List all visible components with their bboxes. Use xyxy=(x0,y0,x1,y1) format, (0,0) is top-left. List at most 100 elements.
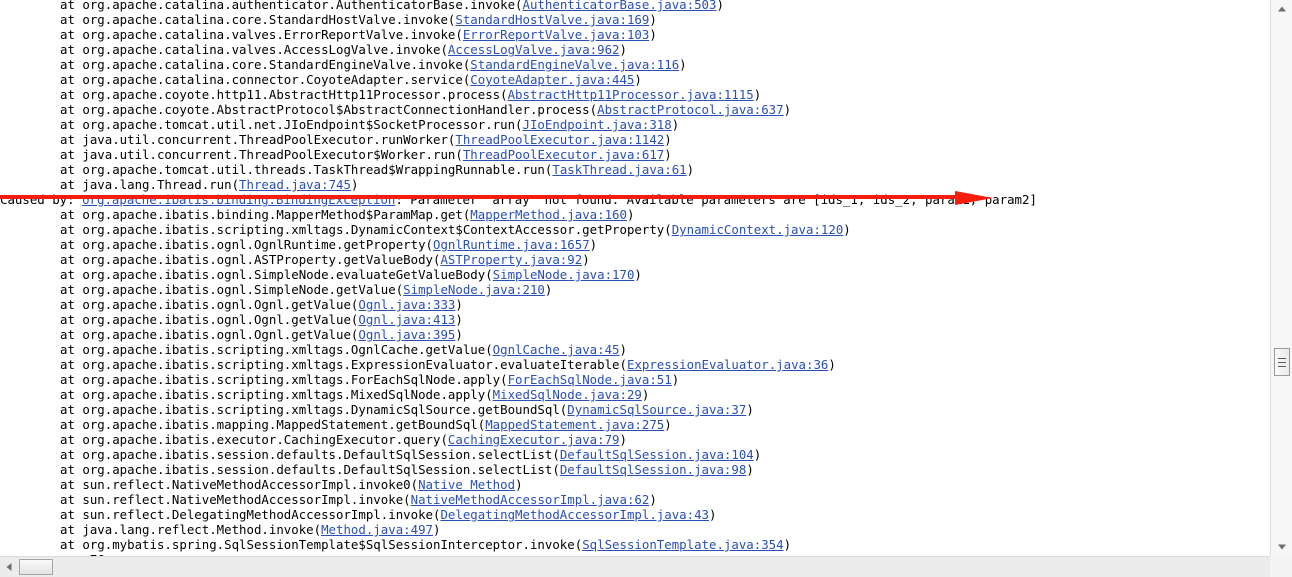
source-file-link[interactable]: DefaultSqlSession.java:98 xyxy=(560,462,747,477)
frame-text: at java.util.concurrent.ThreadPoolExecut… xyxy=(60,132,456,147)
source-file-link[interactable]: SimpleNode.java:210 xyxy=(403,282,545,297)
frame-tail-text: ) xyxy=(634,72,642,87)
frame-tail-text: ) xyxy=(753,87,762,102)
source-file-link[interactable]: TaskThread.java:61 xyxy=(552,162,686,177)
frame-text: at org.apache.ibatis.scripting.xmltags.M… xyxy=(60,387,493,402)
source-file-link[interactable]: MixedSqlNode.java:29 xyxy=(493,387,642,402)
stack-trace-line: at org.apache.ibatis.scripting.xmltags.F… xyxy=(0,372,1270,387)
frame-text: at org.apache.tomcat.util.net.JIoEndpoin… xyxy=(60,117,523,132)
source-file-link[interactable]: Method.java:497 xyxy=(321,522,433,537)
source-file-link[interactable]: SqlSessionTemplate.java:354 xyxy=(582,537,783,552)
frame-text: at org.apache.catalina.valves.AccessLogV… xyxy=(60,42,448,57)
stack-trace-line: at org.apache.ibatis.executor.CachingExe… xyxy=(0,432,1270,447)
source-file-link[interactable]: ThreadPoolExecutor.java:617 xyxy=(463,147,664,162)
source-file-link[interactable]: NativeMethodAccessorImpl.java:62 xyxy=(411,492,650,507)
source-file-link[interactable]: CachingExecutor.java:79 xyxy=(448,432,620,447)
stack-trace-line: at sun.reflect.NativeMethodAccessorImpl.… xyxy=(0,477,1270,492)
source-file-link[interactable]: MapperMethod.java:160 xyxy=(470,207,627,222)
frame-tail-text: ) xyxy=(783,537,792,552)
source-file-link[interactable]: MappedStatement.java:275 xyxy=(485,417,664,432)
stack-trace-line-list: at org.apache.catalina.authenticator.Aut… xyxy=(0,0,1270,556)
source-file-link[interactable]: AccessLogValve.java:962 xyxy=(448,42,620,57)
frame-text: at java.util.concurrent.ThreadPoolExecut… xyxy=(60,147,463,162)
stack-trace-line: at java.util.concurrent.ThreadPoolExecut… xyxy=(0,147,1270,162)
frame-text: at org.apache.catalina.connector.CoyoteA… xyxy=(60,72,471,87)
source-file-link[interactable]: ASTProperty.java:92 xyxy=(440,252,582,267)
source-file-link[interactable]: DynamicContext.java:120 xyxy=(672,222,844,237)
source-file-link[interactable]: SimpleNode.java:170 xyxy=(493,267,635,282)
frame-tail-text: ) xyxy=(649,12,657,27)
stack-trace-text-pane[interactable]: at org.apache.catalina.authenticator.Aut… xyxy=(0,0,1270,556)
source-file-link[interactable]: CoyoteAdapter.java:445 xyxy=(470,72,634,87)
frame-text: at org.apache.ibatis.ognl.ASTProperty.ge… xyxy=(60,252,441,267)
frame-tail-text: ) xyxy=(753,447,762,462)
source-file-link[interactable]: AbstractProtocol.java:637 xyxy=(597,102,784,117)
frame-text: at org.apache.ibatis.ognl.SimpleNode.get… xyxy=(60,282,404,297)
frame-tail-text: ) xyxy=(783,102,792,117)
frame-tail-text: ) xyxy=(350,177,359,192)
stack-trace-line: at org.apache.catalina.connector.CoyoteA… xyxy=(0,72,1270,87)
scroll-left-arrow-icon[interactable] xyxy=(0,557,18,577)
frame-text: at org.apache.ibatis.ognl.Ognl.getValue( xyxy=(60,327,359,342)
frame-tail-text: ) xyxy=(716,0,724,12)
frame-text: at org.apache.ibatis.scripting.xmltags.O… xyxy=(60,342,493,357)
source-file-link[interactable]: StandardHostValve.java:169 xyxy=(455,12,649,27)
frame-tail-text: ) xyxy=(455,297,463,312)
horizontal-scrollbar[interactable] xyxy=(0,556,1292,577)
source-file-link[interactable]: Native Method xyxy=(418,477,515,492)
frame-text: at org.apache.ibatis.scripting.xmltags.D… xyxy=(60,222,672,237)
frame-tail-text: ) xyxy=(626,207,635,222)
frame-text: at org.apache.coyote.AbstractProtocol$Ab… xyxy=(60,102,598,117)
scroll-down-arrow-icon[interactable] xyxy=(1271,538,1292,556)
source-file-link[interactable]: ExpressionEvaluator.java:36 xyxy=(627,357,828,372)
source-file-link[interactable]: StandardEngineValve.java:116 xyxy=(470,57,679,72)
source-file-link[interactable]: OgnlRuntime.java:1657 xyxy=(433,237,590,252)
source-file-link[interactable]: DynamicSqlSource.java:37 xyxy=(567,402,746,417)
frame-tail-text: ) xyxy=(455,327,463,342)
stack-trace-line: at sun.reflect.NativeMethodAccessorImpl.… xyxy=(0,492,1270,507)
source-file-link[interactable]: DefaultSqlSession.java:104 xyxy=(560,447,754,462)
frame-text: at org.apache.catalina.valves.ErrorRepor… xyxy=(60,27,463,42)
vertical-scrollbar-thumb[interactable] xyxy=(1274,348,1290,376)
frame-tail-text: ) xyxy=(641,387,650,402)
source-file-link[interactable]: AuthenticatorBase.java:503 xyxy=(523,0,717,12)
stack-trace-line: at org.apache.ibatis.scripting.xmltags.M… xyxy=(0,387,1270,402)
triangle-up-icon xyxy=(1277,6,1286,12)
frame-text: at org.apache.ibatis.scripting.xmltags.E… xyxy=(60,357,627,372)
scroll-up-arrow-icon[interactable] xyxy=(1271,0,1292,18)
source-file-link[interactable]: Ognl.java:395 xyxy=(358,327,455,342)
stack-trace-line: at org.apache.catalina.valves.ErrorRepor… xyxy=(0,27,1270,42)
source-file-link[interactable]: OgnlCache.java:45 xyxy=(493,342,620,357)
stack-trace-line: at org.apache.coyote.http11.AbstractHttp… xyxy=(0,87,1270,102)
source-file-link[interactable]: DelegatingMethodAccessorImpl.java:43 xyxy=(440,507,709,522)
source-file-link[interactable]: ErrorReportValve.java:103 xyxy=(463,27,650,42)
source-file-link[interactable]: Ognl.java:333 xyxy=(358,297,455,312)
exception-class-link[interactable]: org.apache.ibatis.binding.BindingExcepti… xyxy=(82,192,395,207)
stack-trace-line: at org.apache.catalina.authenticator.Aut… xyxy=(0,0,1270,12)
stack-trace-line: at org.apache.ibatis.mapping.MappedState… xyxy=(0,417,1270,432)
frame-tail-text: ) xyxy=(664,132,672,147)
horizontal-scrollbar-thumb[interactable] xyxy=(19,559,53,575)
frame-text: at org.apache.ibatis.executor.CachingExe… xyxy=(60,432,448,447)
stack-trace-line: at org.apache.ibatis.ognl.Ognl.getValue(… xyxy=(0,327,1270,342)
triangle-down-icon xyxy=(1277,544,1286,550)
frame-text: at org.apache.tomcat.util.threads.TaskTh… xyxy=(60,162,553,177)
vertical-scrollbar[interactable] xyxy=(1270,0,1292,556)
frame-tail-text: ) xyxy=(686,162,695,177)
frame-tail-text: ) xyxy=(746,462,754,477)
stack-trace-line: at org.apache.ibatis.ognl.SimpleNode.get… xyxy=(0,282,1270,297)
stack-trace-line: at java.lang.reflect.Method.invoke(Metho… xyxy=(0,522,1270,537)
source-file-link[interactable]: JIoEndpoint.java:318 xyxy=(523,117,672,132)
stack-trace-line: at org.apache.ibatis.scripting.xmltags.D… xyxy=(0,222,1270,237)
stack-trace-line: at org.apache.ibatis.ognl.Ognl.getValue(… xyxy=(0,297,1270,312)
stack-trace-line: at org.apache.ibatis.session.defaults.De… xyxy=(0,447,1270,462)
frame-tail-text: ) xyxy=(544,282,553,297)
source-file-link[interactable]: Thread.java:745 xyxy=(239,177,351,192)
stack-trace-line: at org.mybatis.spring.SqlSessionTemplate… xyxy=(0,537,1270,552)
source-file-link[interactable]: ThreadPoolExecutor.java:1142 xyxy=(455,132,664,147)
source-file-link[interactable]: Ognl.java:413 xyxy=(358,312,455,327)
source-file-link[interactable]: AbstractHttp11Processor.java:1115 xyxy=(508,87,754,102)
frame-tail-text: ) xyxy=(649,492,657,507)
source-file-link[interactable]: ForEachSqlNode.java:51 xyxy=(508,372,672,387)
frame-tail-text: ) xyxy=(843,222,851,237)
